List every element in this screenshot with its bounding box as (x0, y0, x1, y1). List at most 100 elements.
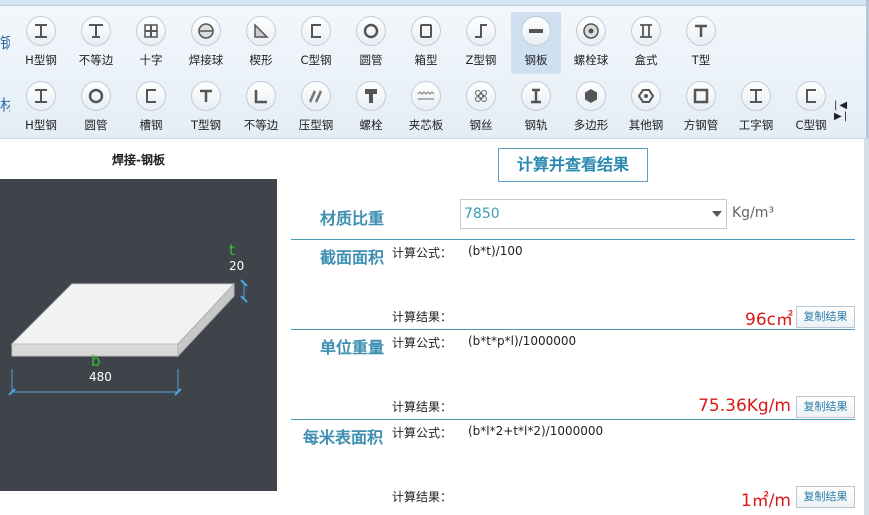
section-area-result-label: 计算结果： (392, 310, 453, 324)
density-label: 材质比重 (320, 209, 385, 228)
rail-icon (521, 81, 551, 111)
t-section-icon (686, 16, 716, 46)
shape-button-unequal-angle[interactable]: 不等边 (71, 12, 121, 74)
shape-button-welded-ball[interactable]: 焊接球 (181, 12, 231, 74)
shape-button-h-beam[interactable]: H型钢 (16, 12, 66, 74)
square-pipe-icon (686, 81, 716, 111)
shape-button-polygon[interactable]: 多边形 (566, 77, 616, 138)
section-area-formula-label: 计算公式： (392, 246, 453, 260)
window-title-strip (0, 0, 869, 6)
shape-button-bolt[interactable]: 螺栓 (346, 77, 396, 138)
shape-button-steel-wire[interactable]: 钢丝 (456, 77, 506, 138)
toolbar-side-label-top: 钢 (0, 34, 10, 52)
section-weight-formula: (b*t*p*l)/1000000 (468, 334, 577, 348)
box-type-icon (631, 16, 661, 46)
shape-button-label: 夹芯板 (408, 118, 444, 132)
t-section-icon (191, 81, 221, 111)
calculate-button[interactable]: 计算并查看结果 (498, 148, 648, 182)
shape-button-label: 螺栓球 (573, 53, 609, 67)
shape-button-sandwich-panel[interactable]: 夹芯板 (401, 77, 451, 138)
shape-button-steel-plate[interactable]: 钢板 (511, 12, 561, 74)
chevron-down-icon[interactable] (712, 211, 722, 217)
shape-button-bolt-ball[interactable]: 螺栓球 (566, 12, 616, 74)
toolbar-scroll-arrows[interactable]: |◀ ▶| (834, 100, 869, 122)
shape-button-label: 十字 (139, 53, 163, 67)
c-channel-icon (301, 16, 331, 46)
shape-button-label: H型钢 (25, 118, 57, 132)
section-weight-formula-label: 计算公式： (392, 336, 453, 350)
shape-button-label: 圆管 (84, 118, 108, 132)
section-weight-title: 单位重量 (320, 338, 385, 357)
shape-button-label: 焊接球 (188, 53, 224, 67)
channel-icon (136, 81, 166, 111)
shape-button-wedge[interactable]: 楔形 (236, 12, 286, 74)
section-area-formula: (b*t)/100 (468, 244, 523, 258)
shape-button-label: 不等边 (78, 53, 114, 67)
density-value: 7850 (464, 206, 500, 222)
shape-button-label: 楔形 (249, 53, 273, 67)
shape-button-angle[interactable]: 不等边 (236, 77, 286, 138)
section-area-result: 96c㎡ (745, 310, 793, 330)
shape-button-profiled-steel[interactable]: 压型钢 (291, 77, 341, 138)
density-select[interactable]: 7850 (460, 199, 727, 229)
sandwich-panel-icon (411, 81, 441, 111)
shape-button-label: 压型钢 (298, 118, 334, 132)
copy-surface-button[interactable]: 复制结果 (796, 486, 855, 508)
dim-b-letter: b (91, 352, 101, 370)
shape-button-round-pipe[interactable]: 圆管 (346, 12, 396, 74)
copy-weight-button[interactable]: 复制结果 (796, 396, 855, 418)
shape-button-z-section[interactable]: Z型钢 (456, 12, 506, 74)
shape-button-h-beam[interactable]: H型钢 (16, 77, 66, 138)
shape-button-label: 钢丝 (469, 118, 493, 132)
c-channel-icon (796, 81, 826, 111)
shape-button-label: 工字钢 (738, 118, 774, 132)
steel-wire-icon (466, 81, 496, 111)
shape-diagram-canvas: t 20 b 480 (0, 179, 277, 491)
shape-button-label: 其他钢 (628, 118, 664, 132)
shape-button-box-section[interactable]: 箱型 (401, 12, 451, 74)
profiled-steel-icon (301, 81, 331, 111)
shape-button-c-channel[interactable]: C型钢 (291, 12, 341, 74)
shape-button-label: 圆管 (359, 53, 383, 67)
steel-plate-icon (521, 16, 551, 46)
divider-1 (291, 239, 855, 240)
shape-button-channel[interactable]: 槽钢 (126, 77, 176, 138)
shape-button-box-type[interactable]: 盒式 (621, 12, 671, 74)
density-unit: Kg/m³ (732, 205, 775, 221)
shape-button-t-section[interactable]: T型钢 (181, 77, 231, 138)
shape-button-label: 方钢管 (683, 118, 719, 132)
wedge-icon (246, 16, 276, 46)
shape-button-label: 钢板 (524, 53, 548, 67)
shape-button-square-pipe[interactable]: 方钢管 (676, 77, 726, 138)
round-pipe-icon (81, 81, 111, 111)
shape-button-rail[interactable]: 钢轨 (511, 77, 561, 138)
i-beam-icon (741, 81, 771, 111)
section-surface-title: 每米表面积 (303, 428, 384, 447)
shape-button-round-pipe[interactable]: 圆管 (71, 77, 121, 138)
shape-button-label: 盒式 (634, 53, 658, 67)
shape-button-label: 多边形 (573, 118, 609, 132)
shape-button-label: 箱型 (414, 53, 438, 67)
section-surface-result: 1㎡/m (740, 491, 791, 511)
bolt-ball-icon (576, 16, 606, 46)
h-beam-icon (26, 81, 56, 111)
steel-plate-drawing (8, 279, 248, 396)
cross-icon (136, 16, 166, 46)
divider-3 (291, 419, 855, 420)
shape-button-t-section[interactable]: T型 (676, 12, 726, 74)
shape-button-label: C型钢 (300, 53, 332, 67)
shape-button-label: 不等边 (243, 118, 279, 132)
shape-button-cross[interactable]: 十字 (126, 12, 176, 74)
copy-area-button[interactable]: 复制结果 (796, 306, 855, 328)
shape-button-label: C型钢 (795, 118, 827, 132)
shape-button-i-beam[interactable]: 工字钢 (731, 77, 781, 138)
dim-t-value: 20 (229, 259, 245, 273)
dim-t-letter: t (229, 241, 235, 259)
shape-button-other-steel[interactable]: 其他钢 (621, 77, 671, 138)
shape-button-c-channel[interactable]: C型钢 (786, 77, 836, 138)
shape-button-label: 螺栓 (359, 118, 383, 132)
shape-button-label: H型钢 (25, 53, 57, 67)
polygon-icon (576, 81, 606, 111)
plate-top-face (10, 283, 236, 345)
section-surface-formula: (b*l*2+t*l*2)/1000000 (468, 424, 604, 438)
